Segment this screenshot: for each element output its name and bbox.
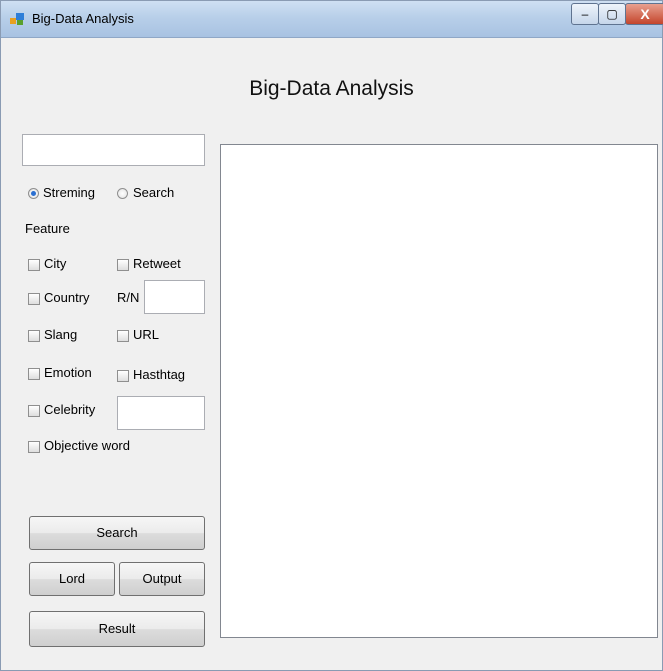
close-icon: X — [640, 6, 650, 22]
maximize-icon: ▢ — [606, 7, 618, 21]
minimize-icon: – — [581, 7, 589, 21]
search-radio[interactable] — [117, 188, 128, 199]
feature-label: Feature — [25, 221, 70, 236]
city-checkbox[interactable] — [28, 259, 40, 271]
output-button[interactable]: Output — [119, 562, 205, 596]
celebrity-label: Celebrity — [44, 402, 96, 417]
query-input[interactable] — [22, 134, 205, 166]
slang-label: Slang — [44, 327, 78, 342]
main-window: Big-Data Analysis – ▢ X Big-Data Analysi… — [0, 0, 663, 671]
streaming-radio-label: Streming — [43, 185, 96, 200]
hashtag-label: Hasthtag — [133, 367, 186, 382]
result-button[interactable]: Result — [29, 611, 205, 647]
rn-label: R/N — [117, 290, 140, 305]
city-label: City — [44, 256, 67, 271]
app-icon — [10, 13, 24, 25]
title-bar[interactable]: Big-Data Analysis – ▢ X — [1, 1, 663, 38]
objective-word-label: Objective word — [44, 438, 130, 453]
output-text-area[interactable] — [220, 144, 658, 638]
rn-input[interactable] — [144, 280, 205, 314]
output-button-label: Output — [142, 571, 182, 586]
country-label: Country — [44, 290, 90, 305]
slang-checkbox[interactable] — [28, 330, 40, 342]
celebrity-checkbox[interactable] — [28, 405, 40, 417]
search-button-label: Search — [96, 525, 138, 540]
page-title: Big-Data Analysis — [249, 77, 414, 100]
close-button[interactable]: X — [625, 3, 663, 25]
retweet-label: Retweet — [133, 256, 181, 271]
maximize-button[interactable]: ▢ — [598, 3, 626, 25]
hashtag-checkbox[interactable] — [117, 370, 129, 382]
country-checkbox[interactable] — [28, 293, 40, 305]
url-checkbox[interactable] — [117, 330, 129, 342]
window-title: Big-Data Analysis — [32, 11, 134, 26]
lord-button[interactable]: Lord — [29, 562, 115, 596]
search-button[interactable]: Search — [29, 516, 205, 550]
url-label: URL — [133, 327, 160, 342]
result-button-label: Result — [98, 621, 136, 636]
celebrity-input[interactable] — [117, 396, 205, 430]
search-radio-label: Search — [133, 185, 175, 200]
streaming-radio[interactable] — [28, 188, 39, 199]
minimize-button[interactable]: – — [571, 3, 599, 25]
lord-button-label: Lord — [58, 571, 86, 586]
emotion-label: Emotion — [44, 365, 92, 380]
objective-word-checkbox[interactable] — [28, 441, 40, 453]
retweet-checkbox[interactable] — [117, 259, 129, 271]
emotion-checkbox[interactable] — [28, 368, 40, 380]
